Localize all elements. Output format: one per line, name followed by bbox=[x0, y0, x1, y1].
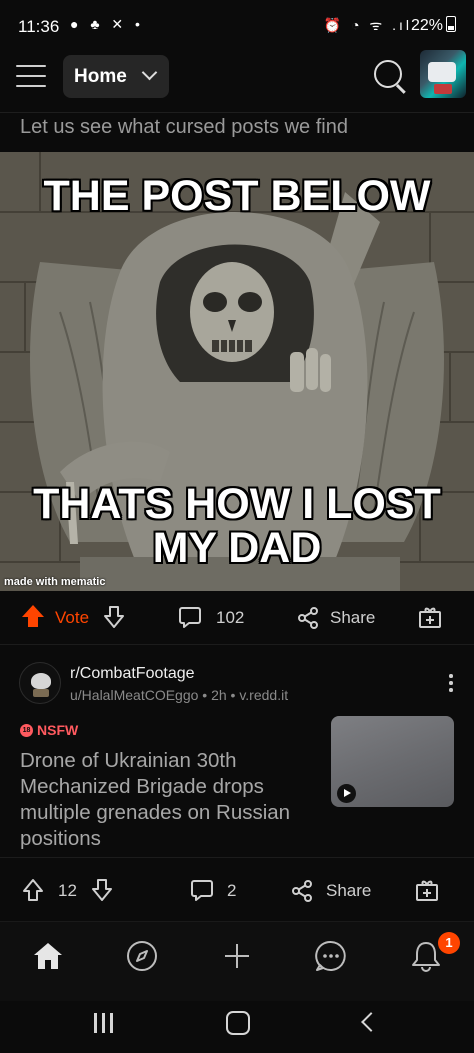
notification-badge: 1 bbox=[438, 932, 460, 954]
nsfw-icon: 18 bbox=[20, 723, 33, 737]
chat-icon[interactable] bbox=[315, 940, 347, 977]
share-label[interactable]: Share bbox=[326, 881, 371, 901]
bottom-navigation bbox=[0, 921, 474, 1002]
subreddit-name[interactable]: r/CombatFootage bbox=[70, 665, 195, 683]
nsfw-label: NSFW bbox=[37, 722, 79, 738]
play-icon bbox=[337, 784, 356, 803]
back-icon[interactable] bbox=[361, 1012, 381, 1032]
system-icons: ⏰ ◔ ᯤ .ıl bbox=[323, 17, 412, 33]
gift-icon[interactable] bbox=[415, 878, 439, 907]
notification-icons: ● ♣ ✕ • bbox=[70, 16, 144, 32]
battery-icon bbox=[446, 16, 456, 32]
app-header: Home bbox=[0, 50, 474, 112]
status-bar: 11:36 ● ♣ ✕ • ⏰ ◔ ᯤ .ıl 22% bbox=[0, 0, 474, 50]
more-options-icon[interactable] bbox=[449, 674, 453, 695]
subreddit-avatar[interactable] bbox=[19, 662, 61, 704]
create-post-icon[interactable] bbox=[221, 940, 253, 977]
watermark: made with mematic bbox=[4, 576, 106, 588]
comment-icon[interactable] bbox=[178, 605, 202, 629]
video-thumbnail[interactable] bbox=[331, 716, 454, 807]
downvote-icon[interactable] bbox=[91, 878, 113, 907]
share-icon[interactable] bbox=[296, 606, 320, 630]
post-title[interactable]: Drone of Ukrainian 30th Mechanized Briga… bbox=[20, 748, 320, 852]
recent-apps-icon[interactable] bbox=[94, 1013, 116, 1033]
menu-icon[interactable] bbox=[16, 63, 46, 89]
system-home-icon[interactable] bbox=[226, 1011, 250, 1035]
divider bbox=[0, 112, 474, 113]
comment-icon[interactable] bbox=[190, 878, 214, 907]
downvote-icon[interactable] bbox=[103, 605, 125, 629]
notifications-icon[interactable] bbox=[410, 940, 442, 977]
post-action-bar: Vote 102 Share bbox=[0, 594, 474, 640]
upvote-icon[interactable] bbox=[22, 878, 44, 907]
nsfw-badge: 18 NSFW bbox=[20, 722, 78, 738]
post-meta: u/HalalMeatCOEggo • 2h • v.redd.it bbox=[70, 687, 289, 703]
upvote-icon[interactable] bbox=[22, 605, 44, 627]
post-action-bar: 12 2 Share bbox=[0, 867, 474, 913]
explore-icon[interactable] bbox=[126, 940, 158, 977]
post-separator bbox=[0, 644, 474, 645]
chevron-down-icon bbox=[141, 64, 158, 81]
post-title[interactable]: Let us see what cursed posts we find bbox=[20, 116, 348, 139]
post-image[interactable]: THE POST BELOW THATS HOW I LOST MY DAD m… bbox=[0, 152, 474, 591]
system-navigation-bar bbox=[0, 1001, 474, 1053]
feed-selector-label: Home bbox=[74, 65, 127, 87]
battery-indicator: 22% bbox=[411, 16, 456, 35]
share-label[interactable]: Share bbox=[330, 608, 375, 628]
post-separator bbox=[0, 857, 474, 858]
feed-selector-dropdown[interactable]: Home bbox=[63, 55, 169, 98]
user-avatar[interactable] bbox=[420, 50, 466, 98]
share-icon[interactable] bbox=[290, 879, 314, 908]
gift-icon[interactable] bbox=[418, 605, 442, 629]
status-time: 11:36 bbox=[18, 17, 60, 36]
vote-label: Vote bbox=[55, 608, 90, 627]
vote-count: 12 bbox=[58, 881, 77, 900]
home-icon[interactable] bbox=[32, 940, 64, 977]
search-icon[interactable] bbox=[374, 60, 402, 88]
meme-bottom-caption: THATS HOW I LOST MY DAD bbox=[33, 480, 441, 572]
meme-top-caption: THE POST BELOW bbox=[43, 172, 431, 220]
comment-count: 102 bbox=[216, 608, 245, 627]
battery-percent: 22% bbox=[410, 17, 443, 34]
comment-count: 2 bbox=[227, 881, 237, 900]
